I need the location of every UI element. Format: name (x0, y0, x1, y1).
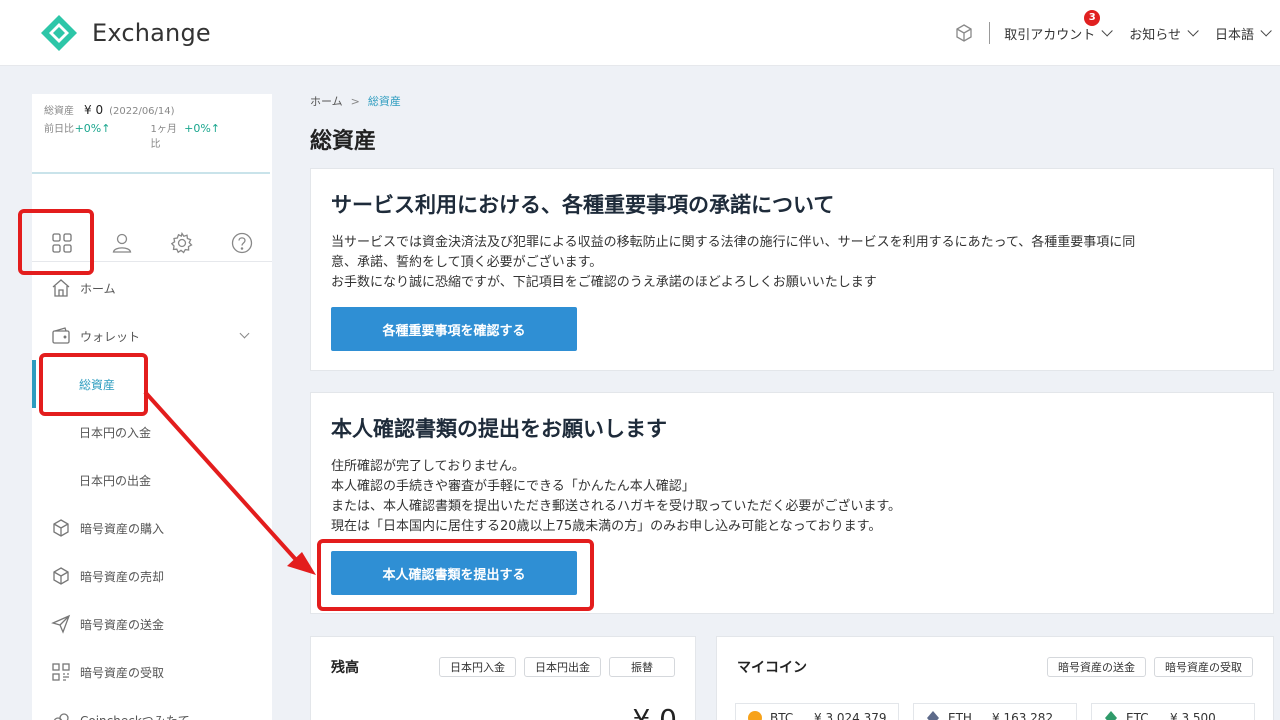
annotation-arrow (143, 390, 316, 575)
